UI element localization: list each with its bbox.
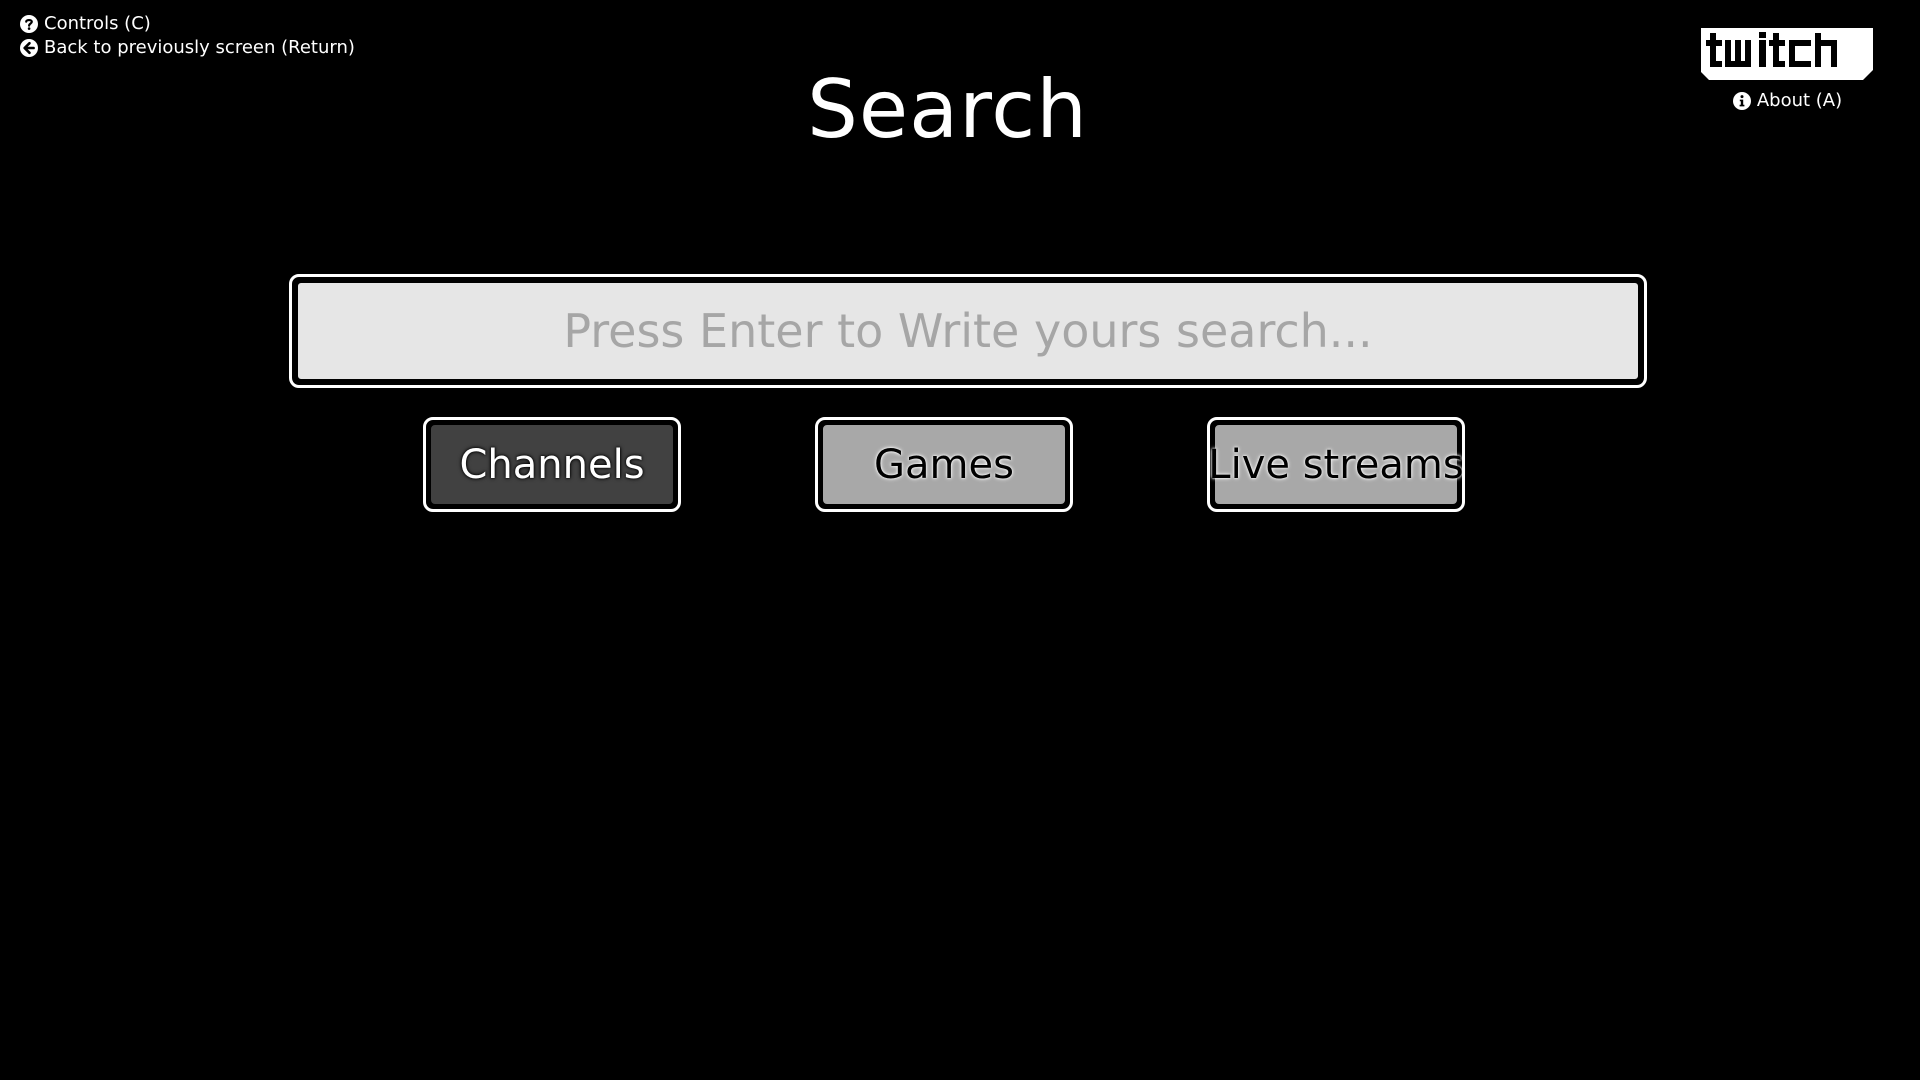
brand-area: About (A)	[1692, 20, 1882, 113]
question-circle-icon	[20, 15, 38, 33]
back-hint[interactable]: Back to previously screen (Return)	[19, 36, 355, 60]
channels-button[interactable]: Channels	[423, 417, 681, 512]
games-button-label: Games	[821, 423, 1067, 506]
about-hint-label: About (A)	[1756, 90, 1843, 111]
search-input[interactable]	[295, 280, 1641, 382]
back-hint-label: Back to previously screen (Return)	[44, 37, 355, 58]
twitch-logo-icon	[1701, 28, 1873, 80]
live-streams-button-label: Live streams	[1208, 423, 1464, 506]
channels-button-label: Channels	[429, 423, 675, 506]
live-streams-button[interactable]: Live streams	[1207, 417, 1465, 512]
keyboard-hints: Controls (C) Back to previously screen (…	[19, 12, 355, 60]
search-screen: Controls (C) Back to previously screen (…	[0, 0, 1920, 1080]
category-buttons: Channels Games Live streams	[0, 417, 1920, 512]
controls-hint[interactable]: Controls (C)	[19, 12, 355, 36]
controls-hint-label: Controls (C)	[44, 13, 151, 34]
info-circle-icon	[1732, 92, 1751, 110]
games-button[interactable]: Games	[815, 417, 1073, 512]
page-title: Search	[807, 62, 1088, 156]
about-hint[interactable]: About (A)	[1732, 89, 1842, 113]
arrow-left-circle-icon	[20, 39, 38, 57]
search-box	[289, 274, 1647, 388]
